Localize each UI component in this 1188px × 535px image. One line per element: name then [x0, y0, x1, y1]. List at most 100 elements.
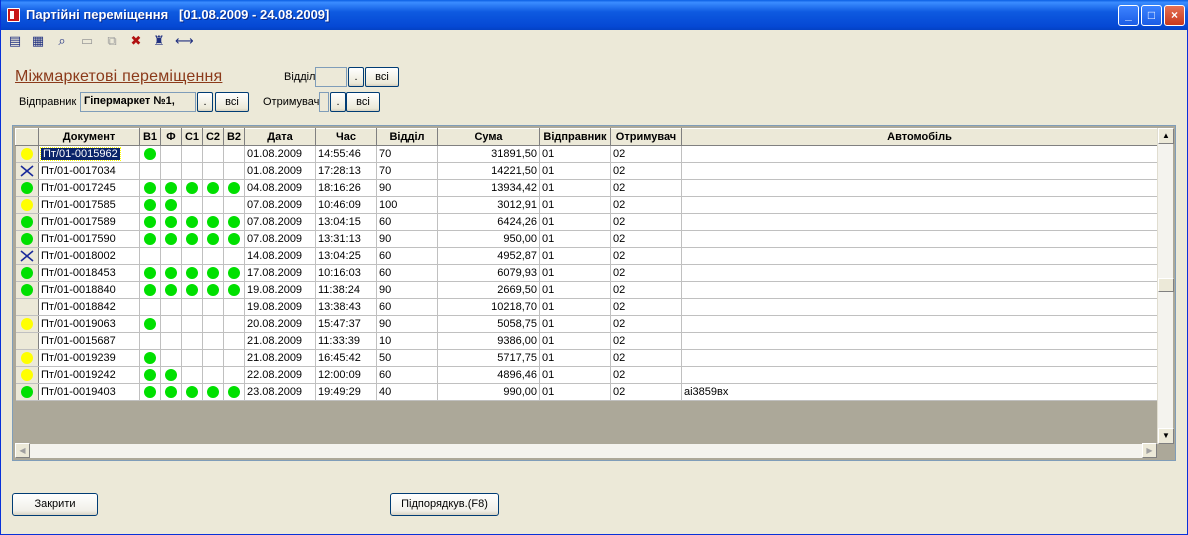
green-check-dot-icon	[207, 386, 219, 399]
sum-cell: 2669,50	[437, 281, 540, 299]
table-row[interactable]: Пт/01-0015962 01.08.2009 14:55:46 70 31891,5…	[15, 145, 1157, 163]
dept-cell: 10	[376, 332, 438, 350]
column-header[interactable]: Відправник	[539, 128, 611, 146]
table-row[interactable]: Пт/01-0017589 07.08.2009 13:04:15 60 6424,26…	[15, 213, 1157, 231]
subtotal-button[interactable]: Підпорядкув.(F8)	[390, 493, 499, 516]
document-cell[interactable]: Пт/01-0018002	[38, 247, 140, 265]
column-header[interactable]: Ф	[160, 128, 182, 146]
sum-cell: 5717,75	[437, 349, 540, 367]
document-cell[interactable]: Пт/01-0019403	[38, 383, 140, 401]
copy-icon[interactable]: ⧉	[104, 33, 120, 49]
horizontal-scrollbar[interactable]: ◀ ▶	[15, 443, 1157, 458]
flag-cell	[202, 349, 224, 367]
to-cell: 02	[610, 366, 682, 384]
table-row[interactable]: Пт/01-0019063 20.08.2009 15:47:37 90 5058,75…	[15, 315, 1157, 333]
table-row[interactable]: Пт/01-0015687 21.08.2009 11:33:39 10 9386,00…	[15, 332, 1157, 350]
column-header[interactable]: Сума	[437, 128, 540, 146]
column-header[interactable]: Автомобіль	[681, 128, 1157, 146]
document-cell[interactable]: Пт/01-0017590	[38, 230, 140, 248]
from-cell: 01	[539, 332, 611, 350]
sender-pick-button[interactable]: .	[197, 92, 213, 112]
flag-cell	[223, 230, 245, 248]
column-header[interactable]: С2	[202, 128, 224, 146]
table-row[interactable]: Пт/01-0018453 17.08.2009 10:16:03 60 6079,93…	[15, 264, 1157, 282]
document-cell[interactable]: Пт/01-0017585	[38, 196, 140, 214]
from-cell: 01	[539, 383, 611, 401]
receiver-pick-button[interactable]: .	[330, 92, 346, 112]
column-header[interactable]	[15, 128, 39, 146]
green-check-dot-icon	[165, 199, 177, 212]
scroll-left-arrow[interactable]: ◀	[15, 443, 30, 458]
title-bar[interactable]: Партійні переміщення [01.08.2009 - 24.08…	[1, 0, 1188, 30]
column-header[interactable]: В2	[223, 128, 245, 146]
document-cell[interactable]: Пт/01-0019239	[38, 349, 140, 367]
row-status-indicator	[15, 196, 39, 214]
department-all-button[interactable]: всі	[365, 67, 399, 87]
document-cell[interactable]: Пт/01-0017589	[38, 213, 140, 231]
documents-grid[interactable]: Документ В1 Ф С1 С2 В2 Дата Час Відділ Сума Відпра…	[12, 125, 1176, 461]
table-row[interactable]: Пт/01-0017245 04.08.2009 18:16:26 90 13934,4…	[15, 179, 1157, 197]
edit-doc-icon[interactable]: ▦	[30, 33, 46, 49]
column-header[interactable]: Відділ	[376, 128, 438, 146]
table-row[interactable]: Пт/01-0017590 07.08.2009 13:31:13 90 950,00 0…	[15, 230, 1157, 248]
document-cell[interactable]: Пт/01-0017245	[38, 179, 140, 197]
document-cell[interactable]: Пт/01-0019242	[38, 366, 140, 384]
scroll-up-arrow[interactable]: ▲	[1158, 128, 1174, 144]
document-number: Пт/01-0017585	[41, 199, 116, 211]
from-cell: 01	[539, 298, 611, 316]
table-row[interactable]: Пт/01-0019403 23.08.2009 19:49:29 40 990,00 0…	[15, 383, 1157, 401]
flag-cell	[139, 298, 161, 316]
sender-all-button[interactable]: всі	[215, 92, 249, 112]
preview-icon[interactable]: ⌕	[54, 33, 70, 49]
to-cell: 02	[610, 145, 682, 163]
document-cell[interactable]: Пт/01-0018453	[38, 264, 140, 282]
flag-cell	[202, 196, 224, 214]
table-row[interactable]: Пт/01-0019239 21.08.2009 16:45:42 50 5717,75…	[15, 349, 1157, 367]
close-window-button[interactable]: ×	[1164, 5, 1185, 26]
department-field[interactable]	[315, 67, 347, 87]
scroll-right-arrow[interactable]: ▶	[1142, 443, 1157, 458]
document-number: Пт/01-0017245	[41, 182, 116, 194]
sender-field[interactable]: Гіпермаркет №1,	[80, 92, 196, 112]
document-cell[interactable]: Пт/01-0015687	[38, 332, 140, 350]
receiver-field[interactable]	[319, 92, 329, 112]
flag-cell	[181, 213, 203, 231]
document-cell[interactable]: Пт/01-0018842	[38, 298, 140, 316]
receiver-all-button[interactable]: всі	[346, 92, 380, 112]
column-header[interactable]: Дата	[244, 128, 316, 146]
find-icon[interactable]: ♜	[151, 33, 167, 49]
minimize-button[interactable]: _	[1118, 5, 1139, 26]
column-header[interactable]: С1	[181, 128, 203, 146]
table-row[interactable]: Пт/01-0018842 19.08.2009 13:38:43 60 10218,7…	[15, 298, 1157, 316]
flag-cell	[139, 179, 161, 197]
table-row[interactable]: Пт/01-0018002 14.08.2009 13:04:25 60 4952,87…	[15, 247, 1157, 265]
fit-width-icon[interactable]: ⟷	[175, 33, 194, 49]
new-doc-icon[interactable]: ▤	[7, 33, 23, 49]
table-row[interactable]: Пт/01-0017585 07.08.2009 10:46:09 100 3012,9…	[15, 196, 1157, 214]
table-row[interactable]: Пт/01-0017034 01.08.2009 17:28:13 70 14221,5…	[15, 162, 1157, 180]
green-status-dot-icon	[20, 216, 33, 229]
column-header[interactable]: В1	[139, 128, 161, 146]
from-cell: 01	[539, 162, 611, 180]
document-cell[interactable]: Пт/01-0018840	[38, 281, 140, 299]
column-header[interactable]: Час	[315, 128, 377, 146]
close-button[interactable]: Закрити	[12, 493, 98, 516]
document-cell[interactable]: Пт/01-0019063	[38, 315, 140, 333]
department-pick-button[interactable]: .	[348, 67, 364, 87]
column-header[interactable]: Отримувач	[610, 128, 682, 146]
scroll-thumb[interactable]	[1158, 278, 1174, 292]
table-row[interactable]: Пт/01-0018840 19.08.2009 11:38:24 90 2669,50…	[15, 281, 1157, 299]
table-row[interactable]: Пт/01-0019242 22.08.2009 12:00:09 60 4896,46…	[15, 366, 1157, 384]
time-cell: 14:55:46	[315, 145, 377, 163]
delete-icon[interactable]: ✖	[128, 33, 144, 49]
document-cell[interactable]: Пт/01-0015962	[38, 145, 140, 163]
add-row-icon[interactable]: ▭	[79, 33, 95, 49]
column-header[interactable]: Документ	[38, 128, 140, 146]
green-check-dot-icon	[228, 233, 240, 246]
document-cell[interactable]: Пт/01-0017034	[38, 162, 140, 180]
date-cell: 07.08.2009	[244, 196, 316, 214]
vertical-scrollbar[interactable]: ▲ ▼	[1157, 128, 1174, 444]
maximize-button[interactable]: □	[1141, 5, 1162, 26]
time-cell: 13:31:13	[315, 230, 377, 248]
scroll-down-arrow[interactable]: ▼	[1158, 428, 1174, 444]
